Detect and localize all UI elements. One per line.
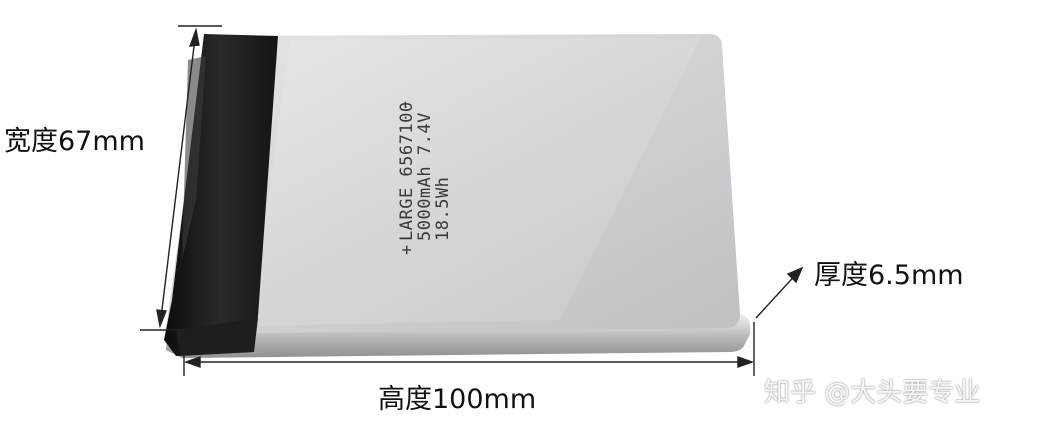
width-label: 宽度67mm: [4, 126, 145, 157]
battery-print-line1: LARGE 6567100: [397, 101, 417, 241]
battery-print-line3: 18.5Wh: [433, 177, 453, 241]
battery-photo: + - LARGE 6567100 5000mAh 7.4V 18.5Wh: [140, 25, 804, 376]
battery-print-polarity: +: [397, 244, 417, 255]
height-label: 高度100mm: [378, 384, 537, 415]
thickness-label: 厚度6.5mm: [814, 260, 964, 291]
battery-print-line2: 5000mAh 7.4V: [415, 112, 435, 241]
thickness-pointer-arrow: [755, 266, 804, 319]
watermark-text: 知乎 @大头要专业: [764, 378, 981, 408]
